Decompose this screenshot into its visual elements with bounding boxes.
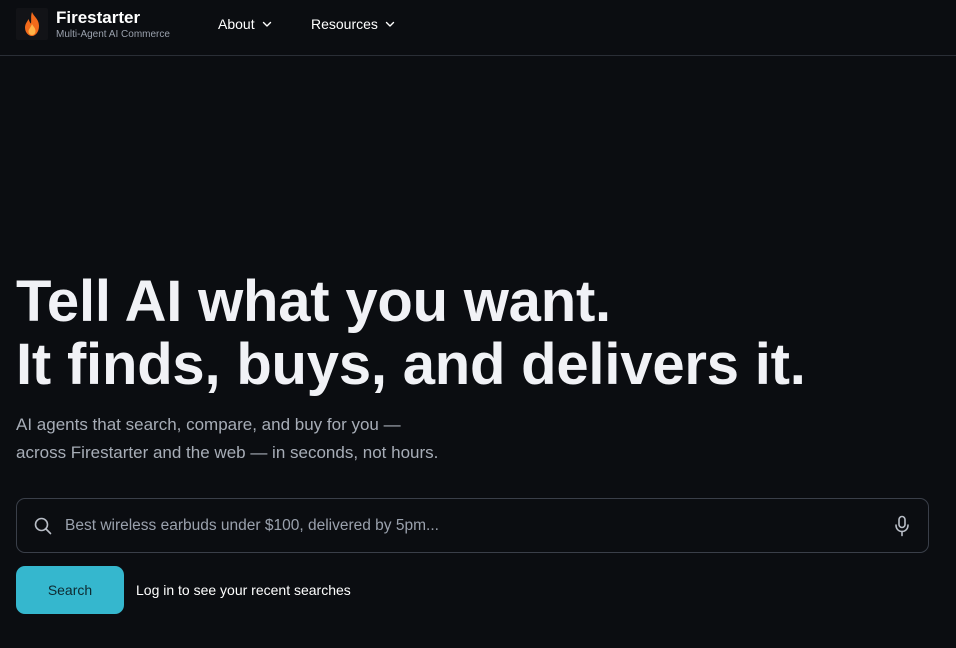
search-icon <box>34 517 52 535</box>
nav-about-label: About <box>218 16 255 32</box>
top-navigation-bar: Firestarter Multi-Agent AI Commerce Abou… <box>0 0 956 56</box>
search-box[interactable] <box>16 498 929 553</box>
nav-about-menu[interactable]: About <box>218 14 273 34</box>
brand-name[interactable]: Firestarter <box>56 8 140 28</box>
brand-tagline: Multi-Agent AI Commerce <box>56 29 170 40</box>
hero-title-line-2: It finds, buys, and delivers it. <box>16 332 806 397</box>
hero-subtitle-line-2: across Firestarter and the web — in seco… <box>16 443 439 462</box>
hero-title: Tell AI what you want. It finds, buys, a… <box>16 270 806 396</box>
flame-icon[interactable] <box>16 8 48 40</box>
chevron-down-icon <box>385 21 395 27</box>
hero-title-line-1: Tell AI what you want. <box>16 269 611 334</box>
search-input[interactable] <box>65 511 865 541</box>
hero-subtitle-line-1: AI agents that search, compare, and buy … <box>16 415 401 434</box>
login-recent-searches-link[interactable]: Log in to see your recent searches <box>136 581 351 599</box>
nav-resources-label: Resources <box>311 16 378 32</box>
search-button[interactable]: Search <box>16 566 124 614</box>
microphone-icon[interactable] <box>892 515 912 537</box>
nav-resources-menu[interactable]: Resources <box>311 14 396 34</box>
hero-subtitle: AI agents that search, compare, and buy … <box>16 411 438 467</box>
chevron-down-icon <box>262 21 271 27</box>
